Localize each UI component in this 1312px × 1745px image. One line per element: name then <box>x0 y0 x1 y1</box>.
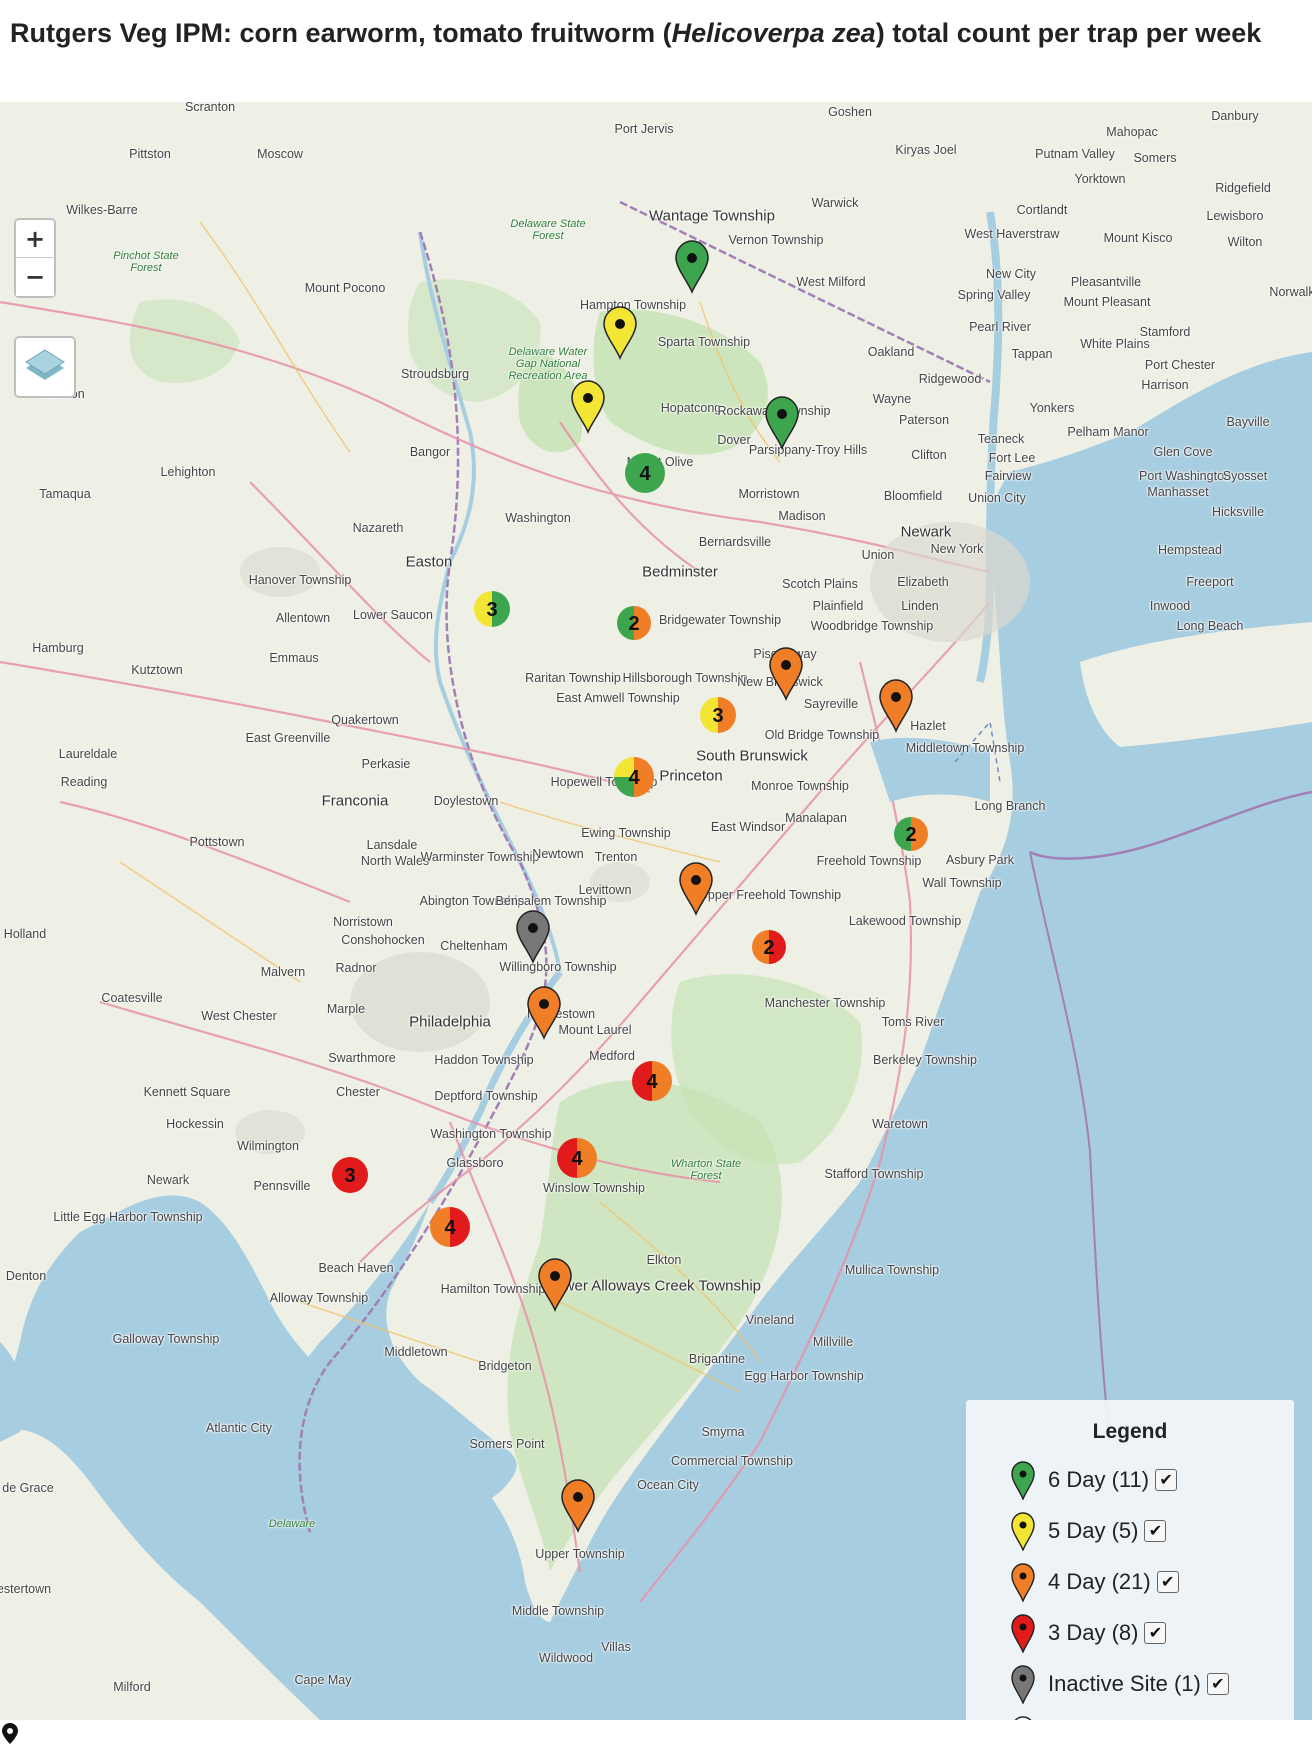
cluster-count: 2 <box>628 613 639 635</box>
legend-pin-icon <box>1011 1512 1035 1551</box>
trap-pin-marker[interactable] <box>765 396 799 451</box>
legend-item[interactable]: 3 Day (8) ✔ <box>1010 1613 1167 1653</box>
cluster-count: 3 <box>344 1165 355 1187</box>
cluster-count: 4 <box>444 1217 456 1239</box>
cluster-count: 4 <box>646 1071 658 1093</box>
cluster-count: 2 <box>905 824 916 846</box>
cluster-count: 4 <box>639 463 651 485</box>
legend-checkbox[interactable]: ✔ <box>1206 1673 1229 1695</box>
trap-cluster-marker[interactable]: 4 <box>614 757 654 797</box>
legend-pin-icon <box>1011 1614 1035 1653</box>
legend-item-label: 6 Day (11) <box>1048 1467 1150 1492</box>
legend-title: Legend <box>1092 1420 1168 1443</box>
trap-cluster-marker[interactable]: 3 <box>700 697 736 733</box>
legend-pin-icon <box>1011 1665 1035 1704</box>
trap-cluster-marker[interactable]: 2 <box>617 606 651 640</box>
trap-pin-marker[interactable] <box>571 380 605 435</box>
trap-cluster-marker[interactable]: 4 <box>430 1207 470 1247</box>
legend-item[interactable]: No Data (0) <box>1010 1715 1190 1720</box>
legend-item[interactable]: 6 Day (11) ✔ <box>1010 1460 1178 1500</box>
legend-item-label: 3 Day (8) <box>1048 1620 1139 1645</box>
legend-item-label: Inactive Site (1) <box>1048 1671 1201 1696</box>
trap-cluster-marker[interactable]: 3 <box>474 591 510 627</box>
trap-cluster-marker[interactable]: 4 <box>557 1138 597 1178</box>
legend: Legend 6 Day (11) ✔ 5 Day (5) ✔ 4 Day (21) ✔ 3… <box>966 1400 1294 1720</box>
trap-cluster-marker[interactable]: 2 <box>894 817 928 851</box>
trap-pin-marker[interactable] <box>603 306 637 361</box>
legend-pin-icon <box>1011 1563 1035 1602</box>
trap-cluster-marker[interactable]: 4 <box>625 453 665 493</box>
trap-pin-marker[interactable] <box>538 1258 572 1313</box>
trap-pin-marker[interactable] <box>516 910 550 965</box>
cluster-count: 2 <box>763 937 774 959</box>
legend-checkbox[interactable]: ✔ <box>1156 1571 1179 1593</box>
trap-pin-marker[interactable] <box>879 679 913 734</box>
cluster-count: 4 <box>571 1148 583 1170</box>
legend-pin-icon <box>1014 1716 1032 1720</box>
trap-pin-marker[interactable] <box>561 1479 595 1534</box>
legend-item[interactable]: Inactive Site (1) ✔ <box>1010 1664 1229 1704</box>
legend-checkbox[interactable]: ✔ <box>1144 1622 1167 1644</box>
location-pin-icon <box>2 1723 18 1744</box>
cluster-count: 3 <box>712 705 723 727</box>
zoom-control: + − <box>14 218 56 298</box>
legend-item-label: 5 Day (5) <box>1048 1518 1139 1543</box>
layers-button[interactable] <box>14 336 76 398</box>
trap-pin-marker[interactable] <box>527 986 561 1041</box>
legend-item-label: 4 Day (21) <box>1048 1569 1151 1594</box>
layers-icon <box>25 349 65 380</box>
legend-checkbox[interactable]: ✔ <box>1144 1520 1167 1542</box>
trap-pin-marker[interactable] <box>769 647 803 702</box>
trap-cluster-marker[interactable]: 2 <box>752 930 786 964</box>
zoom-in-button[interactable]: + <box>16 220 54 258</box>
trap-pin-marker[interactable] <box>679 862 713 917</box>
cluster-count: 4 <box>628 767 640 789</box>
page-title: Rutgers Veg IPM: corn earworm, tomato fr… <box>10 18 1262 48</box>
zoom-out-button[interactable]: − <box>16 258 54 296</box>
cluster-count: 3 <box>486 599 497 621</box>
legend-pin-icon <box>1011 1461 1035 1500</box>
legend-item[interactable]: 4 Day (21) ✔ <box>1010 1562 1179 1602</box>
title-bar: Rutgers Veg IPM: corn earworm, tomato fr… <box>0 0 1312 102</box>
map[interactable]: Scranton Goshen Danbury Port Jervis Mahopac P… <box>0 102 1312 1720</box>
trap-cluster-marker[interactable]: 3 <box>332 1157 368 1193</box>
legend-checkbox[interactable]: ✔ <box>1155 1469 1178 1491</box>
trap-pin-marker[interactable] <box>675 240 709 295</box>
trap-cluster-marker[interactable]: 4 <box>632 1061 672 1101</box>
legend-item[interactable]: 5 Day (5) ✔ <box>1010 1511 1167 1551</box>
